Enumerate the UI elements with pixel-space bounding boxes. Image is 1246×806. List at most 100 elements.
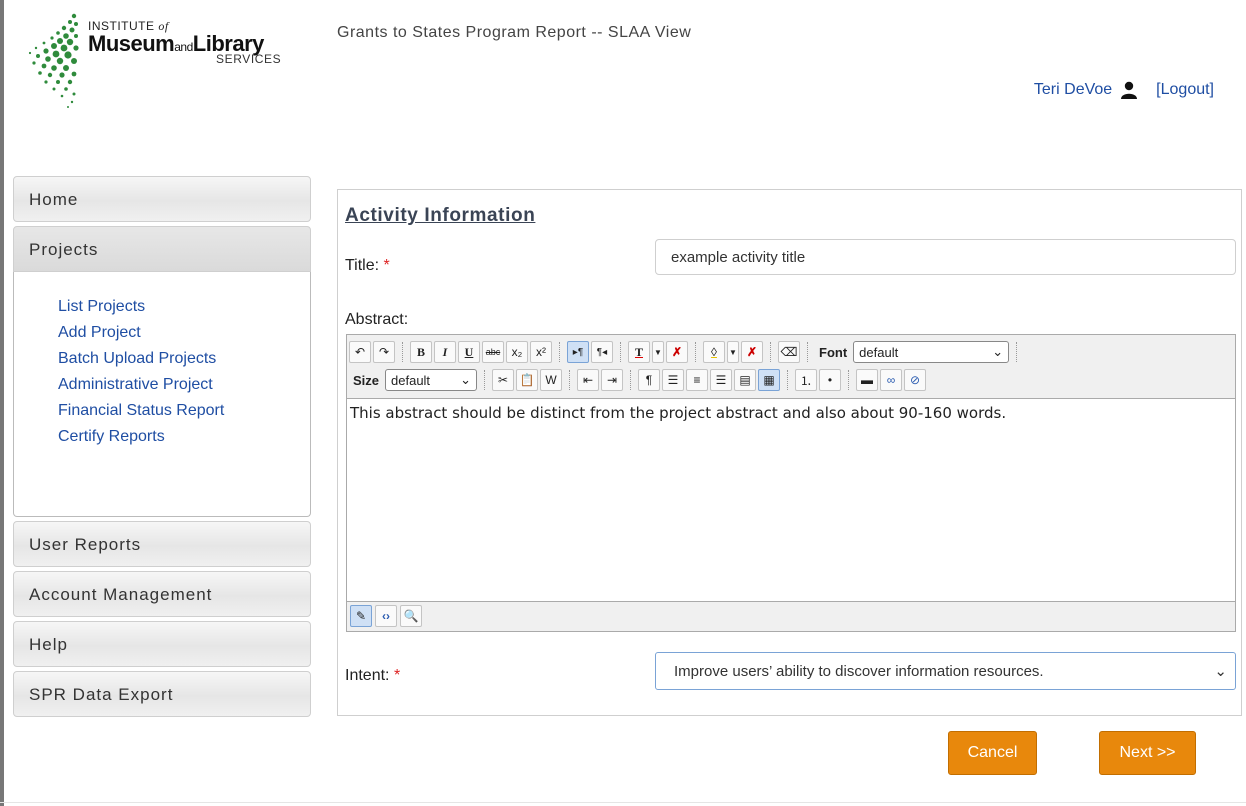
toolbar-divider xyxy=(630,370,632,390)
chevron-down-icon: ⌄ xyxy=(460,372,472,387)
section-title: Activity Information xyxy=(345,205,536,226)
design-mode-icon[interactable]: ✎ xyxy=(350,605,372,627)
next-button[interactable]: Next >> xyxy=(1099,731,1196,775)
editor-mode-bar: ✎ ‹› 🔍 xyxy=(347,601,1235,631)
submenu-batch-upload-projects[interactable]: Batch Upload Projects xyxy=(58,346,310,372)
paste-from-word-icon[interactable]: W xyxy=(540,369,563,391)
logo-and: and xyxy=(174,40,193,54)
toolbar-divider xyxy=(402,342,403,362)
page-bottom-divider xyxy=(0,802,1246,803)
ordered-list-icon[interactable]: ⒈ xyxy=(795,369,818,391)
size-select[interactable]: default ⌄ xyxy=(385,369,478,391)
toolbar-divider xyxy=(559,342,560,362)
submenu-administrative-project[interactable]: Administrative Project xyxy=(58,372,310,398)
toolbar-divider xyxy=(695,342,696,362)
intent-label: Intent: * xyxy=(345,667,401,684)
toolbar-row-1: ↶ ↷ B I U abc x₂ x² ▸¶ ¶◂ T ▼ ✗ ◊ ▼ ✗ ⌫ … xyxy=(349,338,1233,366)
editor-content[interactable]: This abstract should be distinct from th… xyxy=(347,399,1235,601)
bold-icon[interactable]: B xyxy=(410,341,432,363)
underline-icon[interactable]: U xyxy=(458,341,480,363)
logo-museum: Museum xyxy=(88,31,175,56)
align-center-icon[interactable]: ≡ xyxy=(686,369,709,391)
highlight-dropdown-icon[interactable]: ▼ xyxy=(727,341,739,363)
ltr-direction-icon[interactable]: ▸¶ xyxy=(567,341,589,363)
justify-icon[interactable]: ▤ xyxy=(734,369,757,391)
redo-icon[interactable]: ↷ xyxy=(373,341,395,363)
toolbar-row-2: Size default⌄ ✂ 📋 W ⇤ ⇥ ¶ ☰ ≡ ☰ ▤ ▦ ⒈ • xyxy=(349,366,1233,394)
sidebar-item-help[interactable]: Help xyxy=(13,621,311,667)
activity-form-panel: Activity Information Title: * Abstract: … xyxy=(337,189,1242,716)
text-color-icon[interactable]: T xyxy=(628,341,650,363)
eraser-icon[interactable]: ⌫ xyxy=(778,341,800,363)
rich-text-editor: ↶ ↷ B I U abc x₂ x² ▸¶ ¶◂ T ▼ ✗ ◊ ▼ ✗ ⌫ … xyxy=(346,334,1236,632)
editor-toolbar: ↶ ↷ B I U abc x₂ x² ▸¶ ¶◂ T ▼ ✗ ◊ ▼ ✗ ⌫ … xyxy=(347,335,1235,399)
toolbar-divider xyxy=(620,342,621,362)
toolbar-divider xyxy=(770,342,771,362)
toolbar-divider xyxy=(1016,342,1018,362)
paste-icon[interactable]: 📋 xyxy=(516,369,539,391)
html-mode-icon[interactable]: ‹› xyxy=(375,605,397,627)
indent-icon[interactable]: ⇥ xyxy=(601,369,624,391)
projects-submenu: List Projects Add Project Batch Upload P… xyxy=(13,272,311,517)
window-left-edge xyxy=(0,0,4,806)
font-select[interactable]: default ⌄ xyxy=(853,341,1010,363)
sidebar-item-spr-data-export[interactable]: SPR Data Export xyxy=(13,671,311,717)
cut-icon[interactable]: ✂ xyxy=(492,369,515,391)
sidebar-item-user-reports[interactable]: User Reports xyxy=(13,521,311,567)
intent-select[interactable]: Improve users’ ability to discover infor… xyxy=(655,652,1236,690)
justify-full-icon[interactable]: ▦ xyxy=(758,369,781,391)
outdent-icon[interactable]: ⇤ xyxy=(577,369,600,391)
required-marker: * xyxy=(393,667,401,684)
italic-icon[interactable]: I xyxy=(434,341,456,363)
sidebar-item-projects[interactable]: Projects xyxy=(13,226,311,272)
sidebar-item-home[interactable]: Home xyxy=(13,176,311,222)
user-icon xyxy=(1121,81,1138,99)
toolbar-divider xyxy=(848,370,850,390)
horizontal-rule-icon[interactable]: ▬ xyxy=(856,369,879,391)
unordered-list-icon[interactable]: • xyxy=(819,369,842,391)
toolbar-divider xyxy=(484,370,486,390)
superscript-icon[interactable]: x² xyxy=(530,341,552,363)
insert-link-icon[interactable]: ∞ xyxy=(880,369,903,391)
logout-link[interactable]: [Logout] xyxy=(1156,81,1214,99)
subscript-icon[interactable]: x₂ xyxy=(506,341,528,363)
remove-highlight-icon[interactable]: ✗ xyxy=(741,341,763,363)
paragraph-icon[interactable]: ¶ xyxy=(638,369,661,391)
user-name: Teri DeVoe xyxy=(1033,81,1113,98)
submenu-list-projects[interactable]: List Projects xyxy=(58,294,310,320)
sidebar-item-account-management[interactable]: Account Management xyxy=(13,571,311,617)
logo-dots-icon xyxy=(28,13,79,108)
submenu-certify-reports[interactable]: Certify Reports xyxy=(58,424,310,450)
font-label: Font xyxy=(819,344,848,360)
imls-logo[interactable]: INSTITUTE of MuseumandLibrary SERVICES xyxy=(22,10,292,110)
size-label: Size xyxy=(353,372,380,388)
toolbar-divider xyxy=(787,370,789,390)
chevron-down-icon: ⌄ xyxy=(992,344,1004,359)
strikethrough-icon[interactable]: abc xyxy=(482,341,504,363)
remove-link-icon[interactable]: ⊘ xyxy=(904,369,927,391)
remove-text-color-icon[interactable]: ✗ xyxy=(666,341,688,363)
chevron-down-icon: ⌄ xyxy=(1214,663,1227,680)
toolbar-divider xyxy=(569,370,571,390)
user-area: Teri DeVoe [Logout] xyxy=(1034,81,1214,99)
highlight-color-icon[interactable]: ◊ xyxy=(703,341,725,363)
logo-wordmark: INSTITUTE of MuseumandLibrary SERVICES xyxy=(88,20,281,65)
submenu-financial-status-report[interactable]: Financial Status Report xyxy=(58,398,310,424)
intent-selected-value: Improve users’ ability to discover infor… xyxy=(674,662,1044,680)
app-title: Grants to States Program Report -- SLAA … xyxy=(337,24,692,41)
title-label: Title: * xyxy=(345,257,390,274)
submenu-add-project[interactable]: Add Project xyxy=(58,320,310,346)
required-marker: * xyxy=(383,257,390,274)
cancel-button[interactable]: Cancel xyxy=(948,731,1037,775)
sidebar-nav: Home Projects List Projects Add Project … xyxy=(13,176,311,721)
abstract-label: Abstract: xyxy=(345,311,409,328)
logo-services: SERVICES xyxy=(216,52,282,66)
align-left-icon[interactable]: ☰ xyxy=(662,369,685,391)
align-right-icon[interactable]: ☰ xyxy=(710,369,733,391)
toolbar-divider xyxy=(807,342,808,362)
rtl-direction-icon[interactable]: ¶◂ xyxy=(591,341,613,363)
undo-icon[interactable]: ↶ xyxy=(349,341,371,363)
title-input[interactable] xyxy=(655,239,1236,275)
text-color-dropdown-icon[interactable]: ▼ xyxy=(652,341,664,363)
preview-mode-icon[interactable]: 🔍 xyxy=(400,605,422,627)
